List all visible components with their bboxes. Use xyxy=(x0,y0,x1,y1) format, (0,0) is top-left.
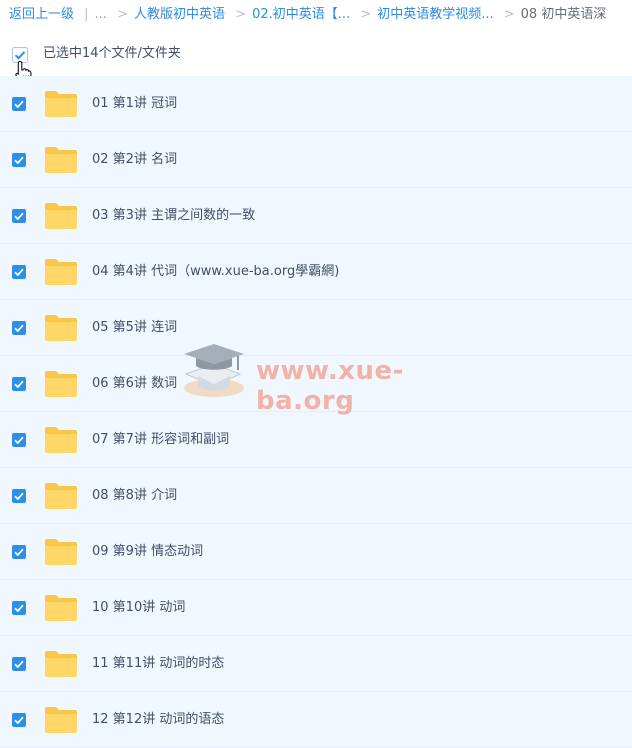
row-checkbox[interactable] xyxy=(12,713,26,727)
folder-icon xyxy=(45,147,77,173)
breadcrumb: 返回上一级 |... > 人教版初中英语 >02.初中英语【... > 初中英语教学… xyxy=(0,0,632,32)
checkmark-icon xyxy=(14,324,24,333)
breadcrumb-item-3[interactable]: 初中英语教学视频... xyxy=(377,7,493,22)
folder-icon xyxy=(45,427,77,453)
folder-icon xyxy=(45,483,77,509)
folder-icon xyxy=(45,539,77,565)
file-row[interactable]: 04 第4讲 代词（www.xue-ba.org學霸網) xyxy=(0,244,632,300)
folder-icon xyxy=(45,203,77,229)
breadcrumb-divider: | xyxy=(84,7,89,22)
file-row[interactable]: 10 第10讲 动词 xyxy=(0,580,632,636)
row-checkbox[interactable] xyxy=(12,97,26,111)
folder-icon xyxy=(45,259,77,285)
back-link[interactable]: 返回上一级 xyxy=(9,7,74,22)
file-row[interactable]: 11 第11讲 动词的时态 xyxy=(0,636,632,692)
checkmark-icon xyxy=(14,212,24,221)
breadcrumb-separator: > xyxy=(235,7,247,22)
row-checkbox[interactable] xyxy=(12,265,26,279)
checkmark-icon xyxy=(14,716,24,725)
checkmark-icon xyxy=(14,548,24,557)
file-name[interactable]: 02 第2讲 名词 xyxy=(92,150,177,170)
selection-count-label: 已选中14个文件/文件夹 xyxy=(43,46,181,61)
file-row[interactable]: 03 第3讲 主谓之间数的一致 xyxy=(0,188,632,244)
checkmark-icon xyxy=(14,492,24,501)
checkmark-icon xyxy=(14,436,24,445)
row-checkbox[interactable] xyxy=(12,545,26,559)
breadcrumb-item-2[interactable]: 02.初中英语【... xyxy=(252,7,350,22)
row-checkbox[interactable] xyxy=(12,601,26,615)
folder-icon xyxy=(45,315,77,341)
file-row[interactable]: 02 第2讲 名词 xyxy=(0,132,632,188)
row-checkbox[interactable] xyxy=(12,657,26,671)
checkmark-icon xyxy=(14,100,24,109)
folder-icon xyxy=(45,91,77,117)
row-checkbox[interactable] xyxy=(12,209,26,223)
file-name[interactable]: 09 第9讲 情态动词 xyxy=(92,542,203,562)
file-row[interactable]: 06 第6讲 数词 xyxy=(0,356,632,412)
folder-icon xyxy=(45,651,77,677)
checkmark-icon xyxy=(14,268,24,277)
checkmark-icon xyxy=(14,380,24,389)
file-row[interactable]: 01 第1讲 冠词 xyxy=(0,76,632,132)
row-checkbox[interactable] xyxy=(12,433,26,447)
file-name[interactable]: 04 第4讲 代词（www.xue-ba.org學霸網) xyxy=(92,262,339,282)
file-name[interactable]: 11 第11讲 动词的时态 xyxy=(92,654,224,674)
file-name[interactable]: 08 第8讲 介词 xyxy=(92,486,177,506)
folder-icon xyxy=(45,595,77,621)
row-checkbox[interactable] xyxy=(12,321,26,335)
breadcrumb-separator: > xyxy=(360,7,372,22)
file-list: 01 第1讲 冠词 02 第2讲 名词 03 第3讲 主谓之间数的一致 04 第4讲 … xyxy=(0,76,632,748)
breadcrumb-item-1[interactable]: 人教版初中英语 xyxy=(134,7,225,22)
file-name[interactable]: 05 第5讲 连词 xyxy=(92,318,177,338)
folder-icon xyxy=(45,707,77,733)
file-row[interactable]: 09 第9讲 情态动词 xyxy=(0,524,632,580)
checkmark-icon xyxy=(14,604,24,613)
file-row[interactable]: 05 第5讲 连词 xyxy=(0,300,632,356)
file-row[interactable]: 08 第8讲 介词 xyxy=(0,468,632,524)
file-name[interactable]: 03 第3讲 主谓之间数的一致 xyxy=(92,206,255,226)
file-name[interactable]: 12 第12讲 动词的语态 xyxy=(92,710,224,730)
file-name[interactable]: 01 第1讲 冠词 xyxy=(92,94,177,114)
row-checkbox[interactable] xyxy=(12,489,26,503)
file-name[interactable]: 06 第6讲 数词 xyxy=(92,374,177,394)
folder-icon xyxy=(45,371,77,397)
checkmark-icon xyxy=(14,660,24,669)
row-checkbox[interactable] xyxy=(12,377,26,391)
breadcrumb-separator: > xyxy=(503,7,515,22)
checkmark-icon xyxy=(14,156,24,165)
row-checkbox[interactable] xyxy=(12,153,26,167)
breadcrumb-ellipsis[interactable]: ... xyxy=(95,7,107,22)
file-name[interactable]: 10 第10讲 动词 xyxy=(92,598,185,618)
file-row[interactable]: 12 第12讲 动词的语态 xyxy=(0,692,632,748)
breadcrumb-current: 08 初中英语深 xyxy=(520,7,607,22)
file-row[interactable]: 07 第7讲 形容词和副词 xyxy=(0,412,632,468)
file-name[interactable]: 07 第7讲 形容词和副词 xyxy=(92,430,229,450)
breadcrumb-separator: > xyxy=(117,7,128,22)
